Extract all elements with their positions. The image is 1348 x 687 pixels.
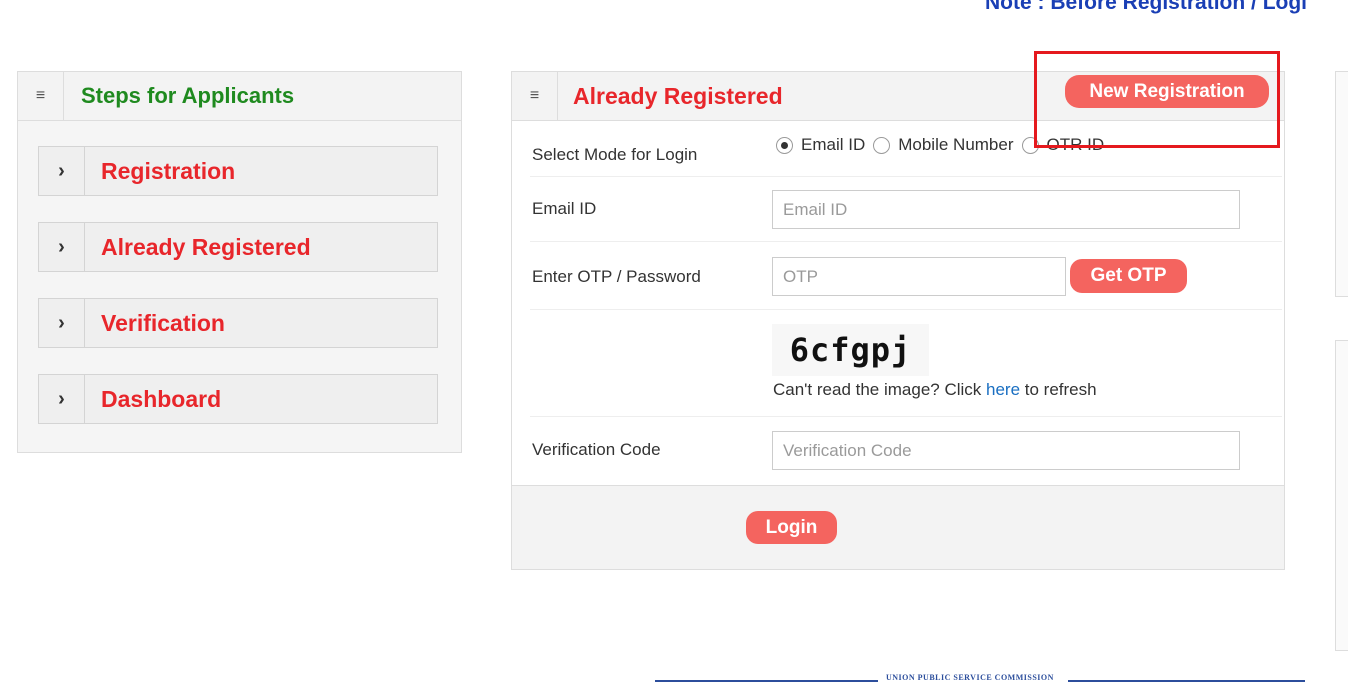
- step-item-registration[interactable]: › Registration: [38, 146, 438, 196]
- step-label: Registration: [101, 157, 236, 184]
- verification-code-input[interactable]: [772, 431, 1240, 470]
- right-side-panel-bottom: [1335, 340, 1348, 651]
- step-item-already-registered[interactable]: › Already Registered: [38, 222, 438, 272]
- refresh-suffix: to refresh: [1020, 380, 1097, 399]
- login-panel-title: Already Registered: [573, 82, 783, 109]
- right-side-panel-top: [1335, 71, 1348, 297]
- chevron-right-icon: ›: [39, 375, 85, 423]
- steps-panel: ≡ Steps for Applicants › Registration › …: [17, 71, 462, 453]
- radio-label-mobile-number: Mobile Number: [898, 135, 1014, 154]
- captcha-refresh-text: Can't read the image? Click here to refr…: [773, 380, 1097, 400]
- radio-label-email-id: Email ID: [801, 135, 866, 154]
- refresh-prefix: Can't read the image? Click: [773, 380, 987, 399]
- steps-panel-header: ≡ Steps for Applicants: [18, 72, 461, 121]
- footer-divider-left: [655, 680, 878, 682]
- chevron-right-icon: ›: [39, 147, 85, 195]
- login-panel-footer: Login: [512, 485, 1284, 569]
- login-mode-label: Select Mode for Login: [532, 145, 698, 164]
- verification-code-label: Verification Code: [532, 440, 661, 459]
- steps-panel-title: Steps for Applicants: [81, 83, 295, 108]
- step-label: Dashboard: [101, 385, 222, 412]
- highlight-box: [1034, 51, 1280, 148]
- email-label: Email ID: [532, 199, 597, 218]
- registration-note: Note : Before Registration / Logi: [985, 0, 1308, 14]
- otp-label: Enter OTP / Password: [532, 267, 701, 286]
- get-otp-button[interactable]: Get OTP: [1070, 259, 1187, 293]
- step-label: Already Registered: [101, 233, 311, 260]
- otp-input[interactable]: [772, 257, 1066, 296]
- footer-commission-text: UNION PUBLIC SERVICE COMMISSION: [886, 673, 1054, 682]
- step-item-verification[interactable]: › Verification: [38, 298, 438, 348]
- menu-icon: ≡: [18, 72, 64, 120]
- email-input[interactable]: [772, 190, 1240, 229]
- captcha-image: 6cfgpj: [772, 324, 929, 376]
- chevron-right-icon: ›: [39, 299, 85, 347]
- step-label: Verification: [101, 309, 225, 336]
- step-item-dashboard[interactable]: › Dashboard: [38, 374, 438, 424]
- captcha-refresh-link[interactable]: here: [986, 380, 1020, 399]
- chevron-right-icon: ›: [39, 223, 85, 271]
- footer-divider-right: [1068, 680, 1305, 682]
- menu-icon: ≡: [512, 72, 558, 120]
- radio-mobile-number[interactable]: [873, 136, 891, 154]
- login-button[interactable]: Login: [746, 511, 837, 544]
- radio-email-id[interactable]: [776, 136, 793, 154]
